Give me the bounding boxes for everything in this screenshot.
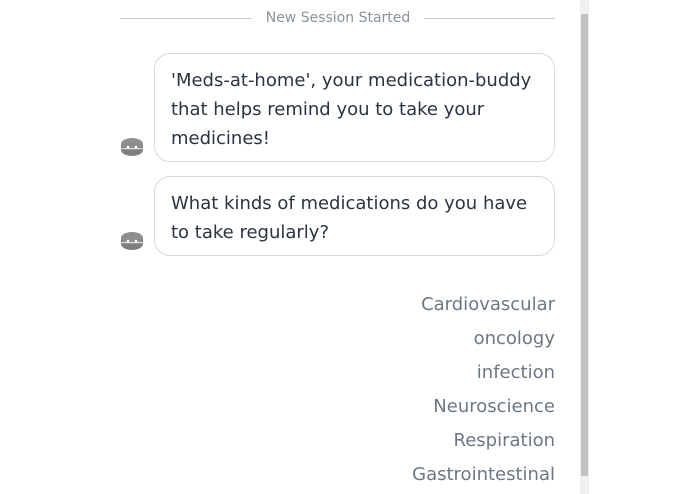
session-divider: New Session Started bbox=[120, 8, 555, 28]
quick-reply-list: Cardiovascular oncology infection Neuros… bbox=[412, 288, 555, 492]
scrollbar-thumb[interactable] bbox=[581, 14, 588, 476]
pill-bot-icon bbox=[120, 231, 144, 251]
bot-message: What kinds of medications do you have to… bbox=[154, 176, 555, 256]
quick-reply-option[interactable]: infection bbox=[412, 356, 555, 390]
pill-bot-icon bbox=[120, 137, 144, 157]
quick-reply-option[interactable]: Cardiovascular bbox=[412, 288, 555, 322]
quick-reply-option[interactable]: Respiration bbox=[412, 424, 556, 458]
divider-line-right bbox=[424, 18, 555, 19]
quick-reply-option[interactable]: Neuroscience bbox=[412, 390, 555, 424]
scrollbar[interactable] bbox=[580, 0, 589, 494]
quick-reply-option[interactable]: Gastrointestinal bbox=[412, 458, 555, 492]
chat-window: New Session Started 'Meds-at-home', your… bbox=[0, 0, 695, 494]
bot-message: 'Meds-at-home', your medication-buddy th… bbox=[154, 53, 555, 162]
quick-reply-option[interactable]: oncology bbox=[412, 322, 555, 356]
divider-line-left bbox=[120, 18, 252, 19]
session-started-label: New Session Started bbox=[265, 10, 411, 26]
